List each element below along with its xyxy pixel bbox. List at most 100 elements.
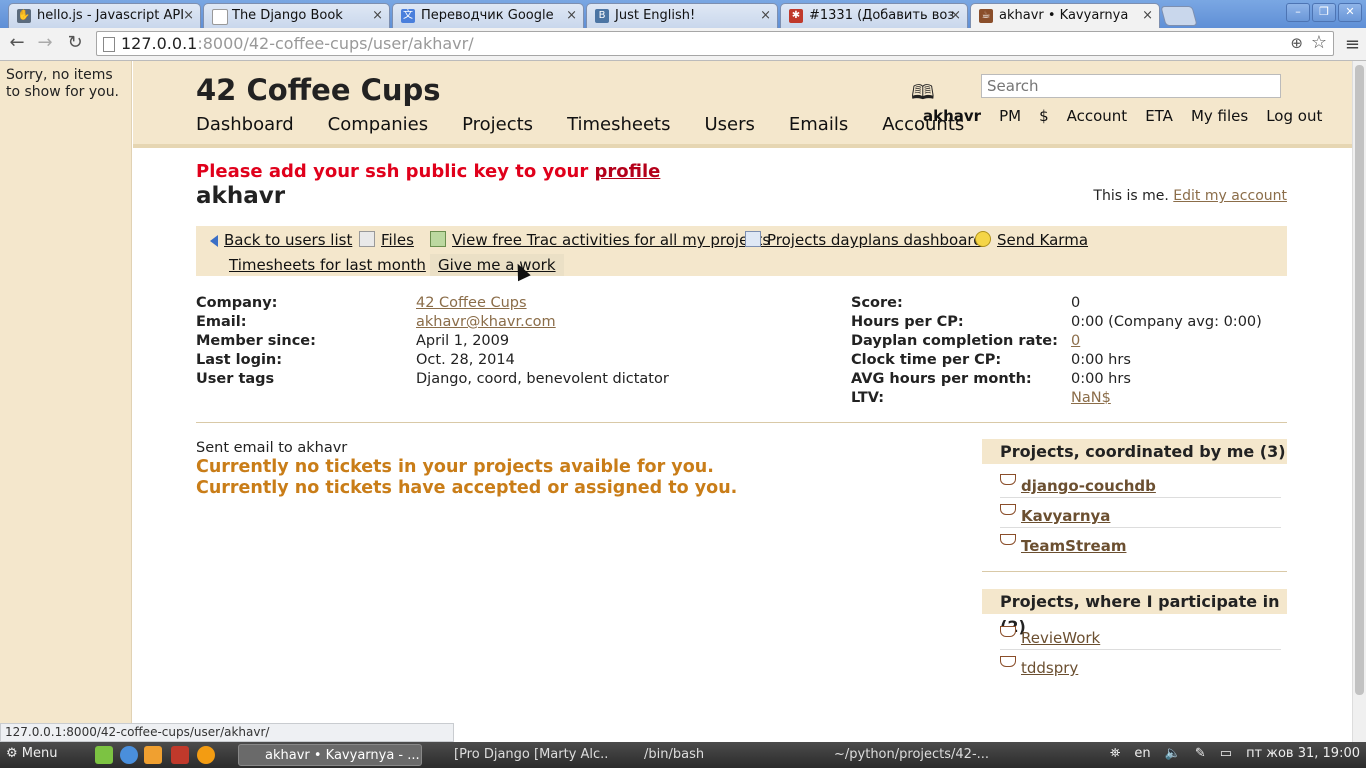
nav-dashboard[interactable]: Dashboard <box>196 114 294 135</box>
ssh-warning: Please add your ssh public key to your p… <box>196 161 661 182</box>
trac-activities-link[interactable]: View free Trac activities for all my pro… <box>430 231 770 249</box>
list-item: TeamStream <box>1000 528 1281 557</box>
user-info-left: Company: 42 Coffee Cups Email: akhavr@khav… <box>196 294 669 389</box>
actions-bar: Back to users list Files View free Trac … <box>196 226 1287 276</box>
list-item: Kavyarnya <box>1000 498 1281 528</box>
task-terminal[interactable]: ~/python/projects/42-... <box>808 744 988 766</box>
minimize-icon[interactable]: – <box>1286 3 1310 22</box>
nav-users[interactable]: Users <box>704 114 754 135</box>
sublime-icon[interactable] <box>144 746 162 764</box>
files-link[interactable]: Files <box>359 231 414 249</box>
tab-title: hello.js - Javascript API <box>37 8 185 23</box>
app-icon[interactable] <box>171 746 189 764</box>
close-icon[interactable]: × <box>1142 4 1153 27</box>
project-link[interactable]: RevieWork <box>1021 629 1100 647</box>
close-icon[interactable]: × <box>950 4 961 27</box>
browser-menu-icon[interactable]: ≡ <box>1345 34 1360 55</box>
company-link[interactable]: 42 Coffee Cups <box>416 294 527 313</box>
project-link[interactable]: django-couchdb <box>1021 477 1156 495</box>
battery-icon[interactable]: ▭ <box>1220 746 1232 761</box>
tab-kavyarnya[interactable]: ☕ akhavr • Kavyarnya × <box>970 3 1160 28</box>
sent-email-text: Sent email to akhavr <box>196 440 348 456</box>
avg-hours-value: 0:00 hrs <box>1071 371 1131 387</box>
nav-projects[interactable]: Projects <box>462 114 533 135</box>
new-tab-button[interactable] <box>1160 6 1198 26</box>
page-icon <box>212 9 228 25</box>
email-link[interactable]: akhavr@khavr.com <box>416 313 556 332</box>
system-tray: ⛯ en 🔈 ✎ ▭ пт жов 31, 19:00 <box>1110 746 1360 761</box>
usernav-akhavr[interactable]: akhavr <box>923 107 981 125</box>
close-icon[interactable]: × <box>372 4 383 27</box>
pen-icon[interactable]: ✎ <box>1195 746 1206 761</box>
clock[interactable]: пт жов 31, 19:00 <box>1246 746 1360 761</box>
firefox-icon[interactable] <box>197 746 215 764</box>
usernav-dollar[interactable]: $ <box>1039 107 1049 125</box>
task-pro-django[interactable]: [Pro Django [Marty Alc... <box>428 744 608 766</box>
send-karma-link[interactable]: Send Karma <box>975 231 1088 249</box>
task-bash[interactable]: /bin/bash <box>618 744 798 766</box>
edit-account-link[interactable]: Edit my account <box>1173 188 1287 204</box>
chat-icon[interactable] <box>95 746 113 764</box>
os-taskbar: ⚙ Menu akhavr • Kavyarnya - ... [Pro Dja… <box>0 742 1366 768</box>
back-arrow-icon <box>210 235 218 247</box>
project-link[interactable]: tddspry <box>1021 659 1078 677</box>
site-header: 42 Coffee Cups Dashboard Companies Proje… <box>133 61 1352 148</box>
tab-google-translate[interactable]: 文 Переводчик Google × <box>392 3 584 28</box>
dayplan-rate-link[interactable]: 0 <box>1071 332 1080 351</box>
dayplans-dashboard-link[interactable]: Projects dayplans dashboard <box>745 231 983 249</box>
project-link[interactable]: TeamStream <box>1021 537 1126 555</box>
tab-ticket-1331[interactable]: ✱ #1331 (Добавить воз × <box>780 3 968 28</box>
project-link[interactable]: Kavyarnya <box>1021 507 1110 525</box>
page-viewport: Sorry, no items to show for you. 42 Coff… <box>0 61 1352 742</box>
site-title[interactable]: 42 Coffee Cups <box>196 73 441 107</box>
usernav-eta[interactable]: ETA <box>1145 107 1173 125</box>
coffee-cup-icon <box>1000 534 1016 545</box>
usernav-log-out[interactable]: Log out <box>1266 107 1322 125</box>
maximize-icon[interactable]: ❐ <box>1312 3 1336 22</box>
timesheets-last-month-link[interactable]: Timesheets for last month <box>229 256 426 274</box>
ltv-label: LTV: <box>851 390 885 406</box>
volume-icon[interactable]: 🔈 <box>1165 746 1181 761</box>
nav-emails[interactable]: Emails <box>789 114 848 135</box>
usernav-account[interactable]: Account <box>1067 107 1128 125</box>
hand-icon: ✋ <box>17 9 31 23</box>
back-to-users-link[interactable]: Back to users list <box>210 231 352 249</box>
usernav-pm[interactable]: PM <box>999 107 1021 125</box>
give-me-work-link[interactable]: Give me a work <box>430 254 564 276</box>
list-item: tddspry <box>1000 650 1281 679</box>
task-browser[interactable]: akhavr • Kavyarnya - ... <box>238 744 422 766</box>
network-icon[interactable]: ⛯ <box>1110 746 1120 761</box>
start-menu-button[interactable]: ⚙ Menu <box>6 746 58 761</box>
bookmark-star-icon[interactable]: ☆ <box>1311 32 1327 53</box>
tab-hello-js[interactable]: ✋ hello.js - Javascript API × <box>8 3 201 28</box>
close-window-icon[interactable]: ✕ <box>1338 3 1362 22</box>
zoom-icon[interactable]: ⊕ <box>1290 34 1303 52</box>
user-nav: akhavr PM $ Account ETA My files Log out <box>923 107 1322 125</box>
reload-icon[interactable]: ↻ <box>64 32 86 54</box>
score-value: 0 <box>1071 295 1081 311</box>
hours-per-cp-label: Hours per CP: <box>851 314 964 330</box>
nav-timesheets[interactable]: Timesheets <box>567 114 670 135</box>
ltv-link[interactable]: NaN$ <box>1071 389 1111 408</box>
tab-django-book[interactable]: The Django Book × <box>203 3 390 28</box>
back-arrow-icon[interactable]: ← <box>6 32 28 54</box>
close-icon[interactable]: × <box>760 4 771 27</box>
coordinated-projects-title: Projects, coordinated by me (3) <box>982 439 1287 464</box>
close-icon[interactable]: × <box>566 4 577 27</box>
clock-time-label: Clock time per CP: <box>851 352 1002 368</box>
forward-arrow-icon[interactable]: → <box>34 32 56 54</box>
profile-link[interactable]: profile <box>595 161 661 182</box>
search-input[interactable] <box>981 74 1281 98</box>
tab-just-english[interactable]: B Just English! × <box>586 3 778 28</box>
scrollbar-thumb[interactable] <box>1355 65 1364 695</box>
usernav-my-files[interactable]: My files <box>1191 107 1248 125</box>
nav-companies[interactable]: Companies <box>328 114 428 135</box>
close-icon[interactable]: × <box>183 4 194 27</box>
page-scrollbar[interactable] <box>1352 61 1366 742</box>
keyboard-layout[interactable]: en <box>1134 746 1150 761</box>
user-tags-value: Django, coord, benevolent dictator <box>416 371 669 387</box>
trac-icon <box>430 231 446 247</box>
address-bar[interactable]: 127.0.0.1:8000/42-coffee-cups/user/akhav… <box>96 31 1334 56</box>
chrome-icon[interactable] <box>120 746 138 764</box>
tab-title: The Django Book <box>232 8 343 23</box>
